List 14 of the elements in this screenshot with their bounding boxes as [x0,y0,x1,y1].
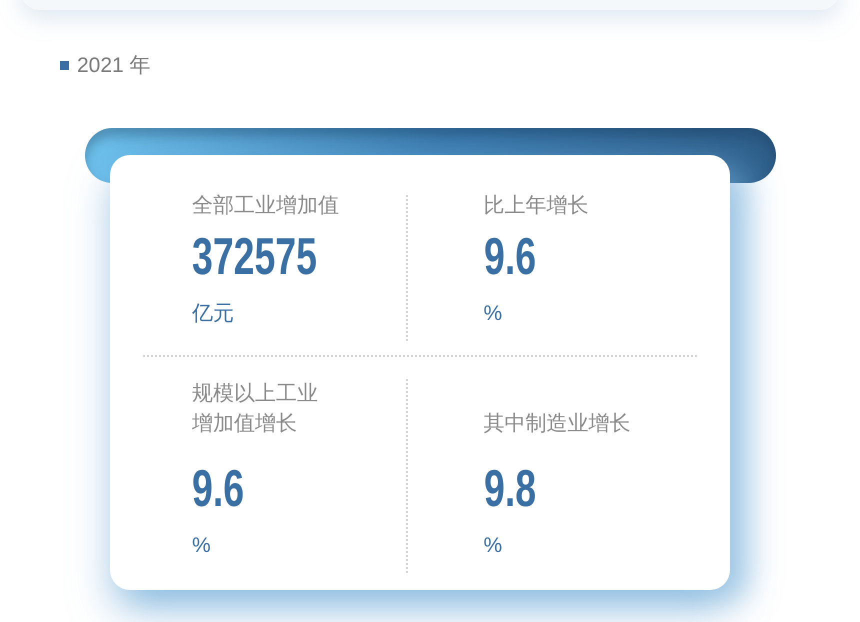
stat-value: 9.8 [484,458,536,518]
stat-unit: % [192,532,211,558]
stat-label: 规模以上工业增加值增长 [192,380,319,436]
stat-unit: % [484,300,502,326]
stat-unit: 亿元 [192,300,234,326]
stat-value: 9.6 [192,458,244,518]
stat-label: 比上年增长 [484,192,590,218]
stat-unit: % [484,532,502,558]
bullet-icon [60,61,69,70]
stat-label: 其中制造业增长 [484,410,632,436]
stat-value: 372575 [192,226,317,286]
year-heading: 2021 年 [77,53,151,79]
stat-value: 9.6 [484,226,536,286]
stat-label: 全部工业增加值 [192,192,340,218]
